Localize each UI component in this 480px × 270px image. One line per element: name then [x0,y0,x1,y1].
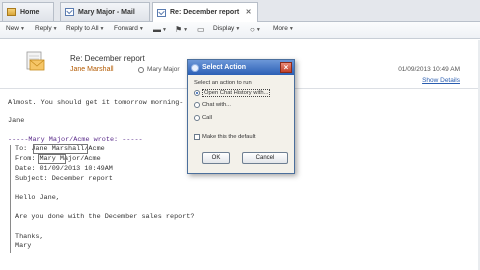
message-sender[interactable]: Jane Marshall [70,66,114,73]
flag-icon: ⚑ [175,25,183,34]
tag-icon: ▭ [197,25,205,34]
search-button[interactable]: ○ ▼ [250,25,261,34]
folder-icon: ▬ [153,25,161,34]
dialog-prompt: Select an action to run [194,80,252,86]
dialog-titlebar: Select Action [188,60,294,75]
home-icon [7,8,16,16]
radio-icon [194,102,200,108]
follow-up-button[interactable]: ⚑ ▼ [175,25,188,34]
ok-button[interactable]: OK [202,152,230,164]
reply-all-label: Reply to All [66,25,99,32]
message-date: 01/09/2013 10:49 AM [398,66,460,73]
chevron-down-icon: ▼ [20,25,25,32]
folder-button[interactable]: ▬ ▼ [153,25,167,34]
close-icon[interactable]: × [280,62,292,73]
tab-mail-label: Mary Major - Mail [78,8,135,16]
chevron-down-icon: ▼ [255,26,261,33]
cancel-button[interactable]: Cancel [242,152,288,164]
tab-mail[interactable]: Mary Major - Mail [60,2,150,21]
app-icon [191,63,199,72]
tab-home[interactable]: Home [2,2,54,21]
tab-message-label: Re: December report [170,9,240,16]
toolbar: New ▼ Reply ▼ Reply to All ▼ Forward ▼ ▬ ▼ ⚑ ▼… [0,22,480,39]
quote-date: Date: 01/09/2013 10:49AM [15,165,113,173]
option-call[interactable]: Call [194,115,212,121]
mail-icon [65,8,74,16]
new-button[interactable]: New ▼ [6,25,25,32]
chevron-down-icon: ▼ [288,25,294,32]
name-highlight[interactable] [38,154,66,164]
chevron-down-icon: ▼ [235,25,241,32]
checkbox-label: Make this the default [202,134,256,140]
mail-icon [157,8,166,17]
dialog-title: Select Action [202,64,247,71]
reply-button[interactable]: Reply ▼ [35,25,58,32]
message-subject: Re: December report [70,54,145,63]
chevron-down-icon: ▼ [99,25,105,32]
message-icon [26,51,45,71]
quote-bar [10,145,11,253]
tab-bar: Home Mary Major - Mail Re: December repo… [0,0,480,22]
search-icon: ○ [250,25,255,34]
reply-label: Reply [35,25,52,32]
quote-name: Mary [15,242,32,250]
tag-button[interactable]: ▭ [197,25,205,34]
quote-subject: Subject: December report [15,175,113,183]
more-label: More [273,25,288,32]
person-icon [138,66,144,73]
checkbox-icon [194,134,200,140]
quote-thanks: Thanks, [15,233,44,241]
close-icon[interactable]: ✕ [244,8,253,17]
reply-all-button[interactable]: Reply to All ▼ [66,25,104,32]
option-open-chat-history[interactable]: Open Chat History with... [194,89,271,97]
quote-question: Are you done with the December sales rep… [15,213,195,221]
chevron-down-icon: ▼ [183,26,189,33]
show-details-link[interactable]: Show Details [422,77,460,84]
quote-header: -----Mary Major/Acme wrote: ----- [8,136,143,144]
forward-button[interactable]: Forward ▼ [114,25,144,32]
body-line-1: Almost. You should get it tomorrow morni… [8,99,184,107]
quote-greeting: Hello Jane, [15,194,60,202]
tab-message[interactable]: Re: December report ✕ [152,2,258,22]
display-label: Display [213,25,235,32]
display-button[interactable]: Display ▼ [213,25,240,32]
radio-selected-icon [194,90,200,96]
chevron-down-icon: ▼ [52,25,58,32]
option-label: Open Chat History with... [202,89,271,97]
body-signoff: Jane [8,117,25,125]
select-action-dialog: Select Action × Select an action to run … [187,59,295,174]
chevron-down-icon: ▼ [162,26,167,33]
default-checkbox[interactable]: Make this the default [194,134,256,140]
option-label: Call [202,115,212,121]
recipient-name: Mary Major [147,66,180,73]
more-button[interactable]: More ▼ [273,25,294,32]
option-chat-with[interactable]: Chat with... [194,102,231,108]
name-highlight[interactable] [33,144,88,154]
forward-label: Forward [114,25,138,32]
new-label: New [6,25,20,32]
chevron-down-icon: ▼ [138,25,144,32]
message-recipient[interactable]: Mary Major [138,66,180,73]
option-label: Chat with... [202,102,231,108]
tab-home-label: Home [20,8,40,16]
radio-icon [194,115,200,121]
